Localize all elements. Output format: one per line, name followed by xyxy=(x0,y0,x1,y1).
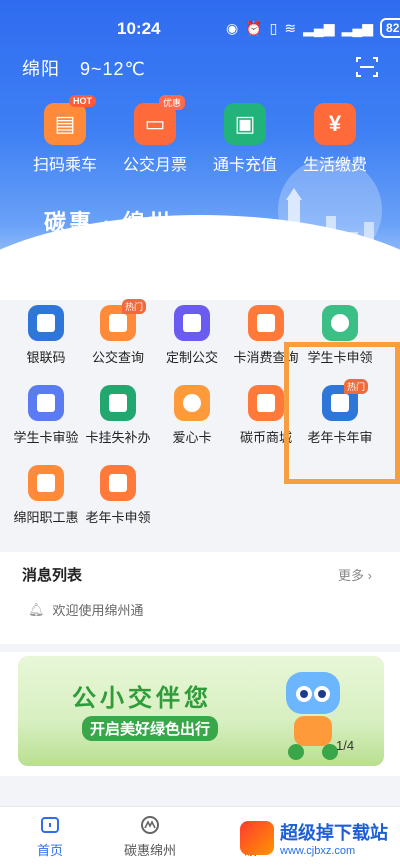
more-link[interactable]: 更多 › xyxy=(338,565,372,584)
quick-label: 公交月票 xyxy=(122,157,187,174)
svc-mianyang-worker[interactable]: 绵阳职工惠 xyxy=(6,465,86,526)
promo-title: 公小交伴您 xyxy=(72,685,212,712)
watermark-logo-icon xyxy=(240,821,274,855)
svc-bus-query[interactable]: 热门 公交查询 xyxy=(78,299,158,366)
svc-label: 银联码 xyxy=(26,350,66,365)
svc-student-card-verify[interactable]: 学生卡审验 xyxy=(6,385,86,446)
bag-icon xyxy=(248,385,284,421)
eye-icon: ◉ xyxy=(226,19,239,36)
signal2-icon: ▂▄▆ xyxy=(341,19,374,36)
svc-label: 爱心卡 xyxy=(172,430,212,445)
city-label: 绵阳 xyxy=(22,59,60,79)
student-icon xyxy=(322,305,358,341)
watermark: 超级掉下载站 www.cjbxz.com xyxy=(240,810,400,866)
heart-icon xyxy=(174,385,210,421)
tab-home[interactable]: 首页 xyxy=(0,807,100,866)
id-card-icon xyxy=(100,385,136,421)
message-title: 消息列表 xyxy=(22,567,83,584)
bell-icon: 🔔︎ xyxy=(28,601,45,617)
svc-custom-bus[interactable]: 定制公交 xyxy=(152,305,232,366)
svc-card-lost-replace[interactable]: 卡挂失补办 xyxy=(78,385,158,446)
hot-badge: HOT xyxy=(69,95,96,107)
banner-title: 碳惠 · 绵州 xyxy=(44,210,173,235)
quick-scan-ride[interactable]: ▤ HOT 扫码乘车 xyxy=(25,95,105,175)
city-skyline-illustration xyxy=(260,160,382,262)
message-text: 欢迎使用绵州通 xyxy=(52,603,144,618)
sale-badge: 优惠 xyxy=(159,95,186,110)
wifi-icon: ≋ xyxy=(284,19,297,36)
user-icon xyxy=(28,385,64,421)
status-time: 10:24 xyxy=(117,19,161,38)
yen-icon: ¥ xyxy=(314,103,356,145)
alarm-icon: ⏰ xyxy=(245,19,263,36)
svc-unionpay[interactable]: 银联码 xyxy=(6,305,86,366)
promo-card: 公小交伴您 开启美好绿色出行 1/4 xyxy=(0,652,400,776)
banner-subtitle: 低碳出行,与绵州同呼吸 xyxy=(40,244,184,260)
home-icon xyxy=(41,817,59,833)
bus-icon: ▤ xyxy=(44,103,86,145)
svc-love-card[interactable]: 爱心卡 xyxy=(152,385,232,446)
battery-icon: 82 xyxy=(380,18,400,38)
tab-label: 碳惠绵州 xyxy=(123,843,176,858)
vibrate-icon: ▯ xyxy=(269,19,278,36)
shopping-bag-icon xyxy=(28,465,64,501)
status-icons: ◉ ⏰ ▯ ≋ ▂▄▆ ▂▄▆ 82 xyxy=(226,18,400,38)
tab-carbon[interactable]: 碳惠绵州 xyxy=(100,807,200,866)
svc-label: 定制公交 xyxy=(165,350,218,365)
grid-icon xyxy=(28,305,64,341)
message-item[interactable]: 🔔︎ 欢迎使用绵州通 xyxy=(28,600,144,619)
svc-label: 公交查询 xyxy=(91,350,144,365)
location-weather[interactable]: 绵阳 9~12℃ xyxy=(22,55,160,81)
scan-icon[interactable] xyxy=(355,55,379,79)
watermark-text: 超级掉下载站 xyxy=(280,823,388,843)
carbon-icon xyxy=(141,816,159,834)
svc-senior-card-apply[interactable]: 老年卡申领 xyxy=(78,465,158,526)
svc-label: 卡挂失补办 xyxy=(85,430,151,445)
more-label: 更多 xyxy=(338,568,365,583)
svc-label: 绵阳职工惠 xyxy=(13,510,79,525)
hot-badge: 热门 xyxy=(122,299,147,314)
quick-monthly-ticket[interactable]: ▭ 优惠 公交月票 xyxy=(115,95,195,175)
message-card: 消息列表 更多 › 🔔︎ 欢迎使用绵州通 xyxy=(0,552,400,644)
edit-icon xyxy=(174,305,210,341)
status-bar: 10:24 ◉ ⏰ ▯ ≋ ▂▄▆ ▂▄▆ 82 xyxy=(0,0,400,56)
svc-label: 老年卡申领 xyxy=(85,510,151,525)
wallet-icon: ▣ xyxy=(224,103,266,145)
temperature-label: 9~12℃ xyxy=(80,59,146,79)
promo-pager: 1/4 xyxy=(336,738,355,753)
signal-icon: ▂▄▆ xyxy=(303,19,335,36)
svc-label: 学生卡审验 xyxy=(13,430,79,445)
highlight-box xyxy=(284,342,400,484)
promo-banner[interactable]: 公小交伴您 开启美好绿色出行 1/4 xyxy=(18,656,384,766)
tab-label: 首页 xyxy=(36,843,63,858)
receipt-icon xyxy=(248,305,284,341)
promo-subtitle: 开启美好绿色出行 xyxy=(82,716,219,741)
watermark-url: www.cjbxz.com xyxy=(280,845,356,857)
person-icon xyxy=(100,465,136,501)
quick-label: 扫码乘车 xyxy=(32,157,97,174)
